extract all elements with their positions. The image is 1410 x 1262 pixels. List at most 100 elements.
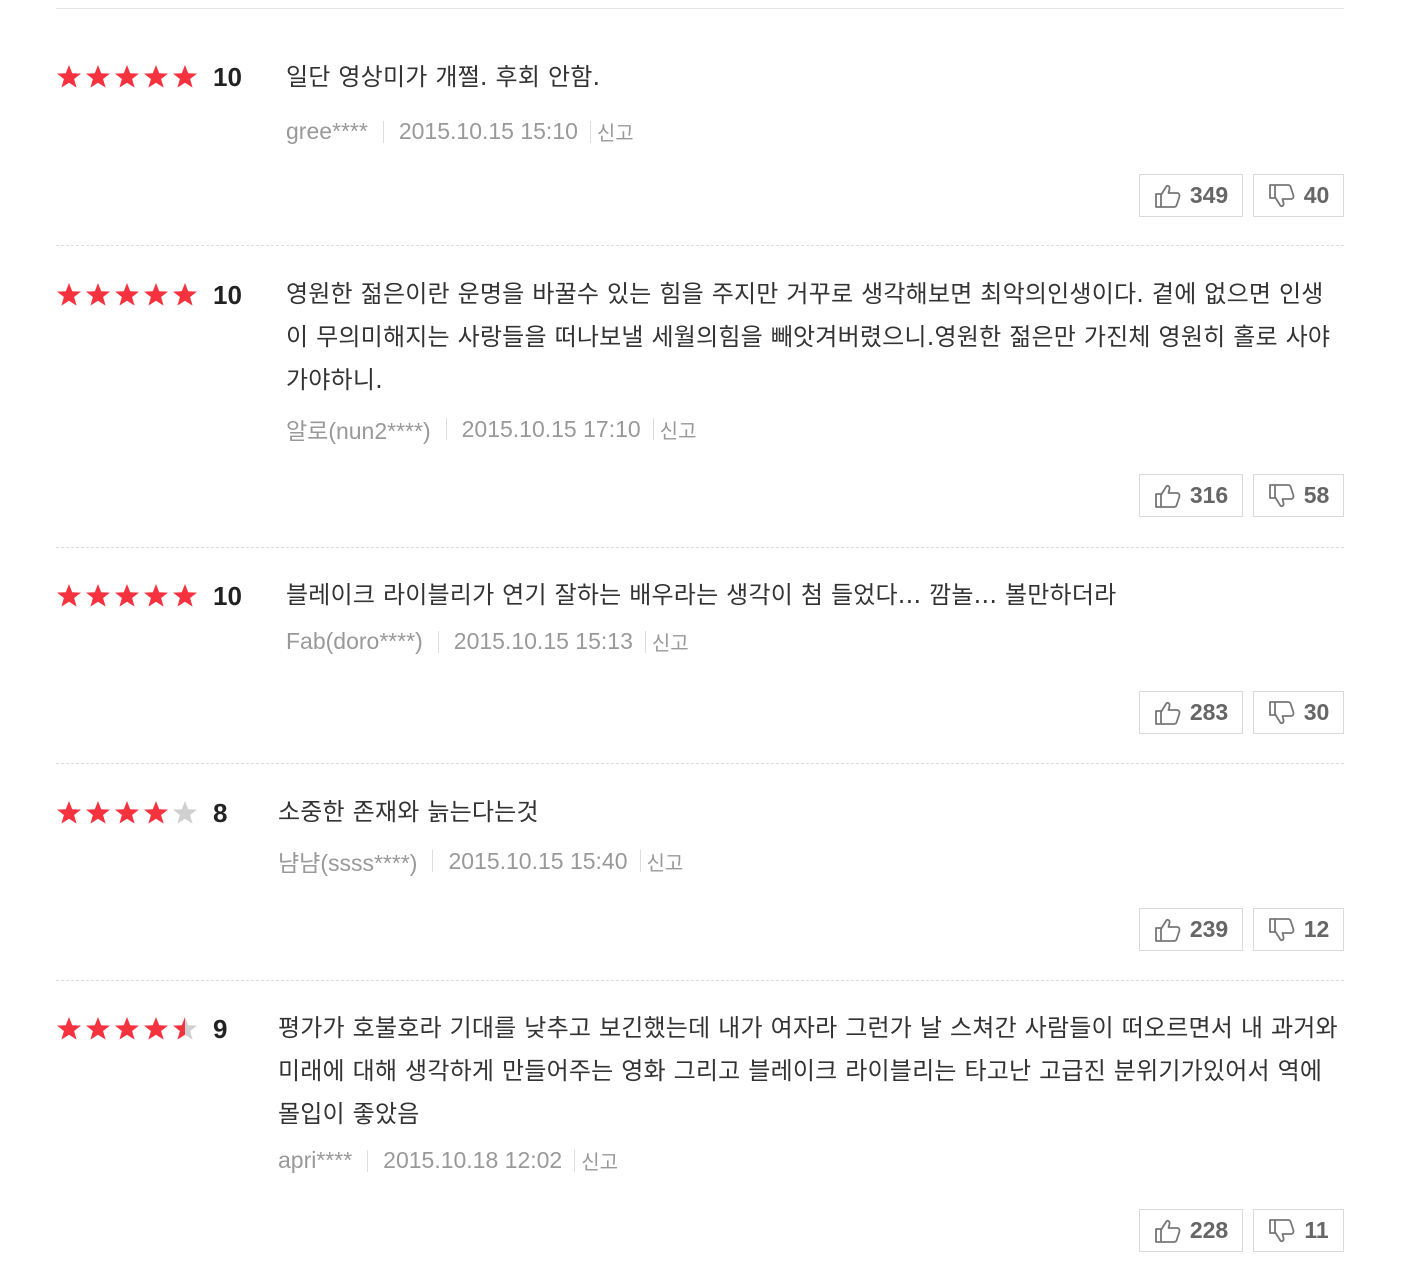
like-count: 316	[1189, 482, 1229, 508]
score-number: 9	[213, 1014, 228, 1044]
review-item: 8 소중한 존재와 늙는다는것 냠냠(ssss****) 2015.10.15 …	[56, 763, 1344, 980]
star-full-icon	[172, 583, 201, 609]
review-body: 평가가 호불호라 기대를 낮추고 보긴했는데 내가 여자라 그런가 날 스쳐간 …	[278, 1007, 1344, 1175]
divider	[574, 1149, 576, 1172]
dislike-count: 40	[1303, 182, 1330, 208]
star-full-icon	[143, 64, 172, 90]
review-body: 영원한 젊은이란 운명을 바꿀수 있는 힘을 주지만 거꾸로 생각해보면 최악의…	[286, 273, 1344, 446]
review-meta: 냠냠(ssss****) 2015.10.15 15:40 신고	[278, 844, 1344, 878]
author-nick: apri****	[278, 1147, 353, 1173]
review-meta: 알로(nun2****) 2015.10.15 17:10 신고	[286, 412, 1344, 446]
review-item: 10 일단 영상미가 개쩔. 후회 안함. gree**** 2015.10.1…	[56, 9, 1344, 245]
star-empty-icon	[172, 800, 201, 826]
star-full-icon	[172, 64, 201, 90]
star-rating	[56, 64, 201, 90]
score-number: 8	[213, 798, 228, 828]
thumbs-down-icon	[1268, 700, 1300, 726]
rating: 10	[56, 64, 242, 90]
report-link[interactable]: 신고	[647, 847, 684, 876]
vote-buttons: 349 40	[1139, 174, 1344, 217]
review-meta: Fab(doro****) 2015.10.15 15:13 신고	[286, 627, 1344, 656]
author-nick: gree****	[286, 118, 368, 144]
star-full-icon	[114, 800, 143, 826]
review-date: 2015.10.15 15:13	[453, 628, 633, 654]
like-button[interactable]: 316	[1139, 474, 1243, 517]
author-nick: 냠냠(ssss****)	[278, 850, 418, 876]
report-link[interactable]: 신고	[652, 627, 689, 656]
review-date: 2015.10.15 17:10	[461, 415, 641, 442]
vote-buttons: 316 58	[1139, 474, 1344, 517]
like-button[interactable]: 349	[1139, 174, 1243, 217]
review-text: 블레이크 라이블리가 연기 잘하는 배우라는 생각이 첨 들었다... 깜놀..…	[286, 581, 1117, 609]
divider	[367, 1149, 369, 1172]
vote-buttons: 283 30	[1139, 691, 1344, 734]
like-button[interactable]: 228	[1139, 1209, 1243, 1252]
review-item: 9 평가가 호불호라 기대를 낮추고 보긴했는데 내가 여자라 그런가 날 스쳐…	[56, 980, 1344, 1262]
divider	[437, 630, 439, 653]
rating: 8	[56, 800, 227, 826]
review-item: 10 영원한 젊은이란 운명을 바꿀수 있는 힘을 주지만 거꾸로 생각해보면 …	[56, 245, 1344, 547]
star-full-icon	[85, 583, 114, 609]
like-count: 283	[1189, 699, 1229, 725]
review-body: 소중한 존재와 늙는다는것 냠냠(ssss****) 2015.10.15 15…	[278, 791, 1344, 878]
star-full-icon	[143, 800, 172, 826]
thumbs-down-icon	[1268, 483, 1300, 509]
star-full-icon	[56, 800, 85, 826]
star-full-icon	[114, 64, 143, 90]
thumbs-down-icon	[1268, 917, 1300, 943]
report-link[interactable]: 신고	[597, 117, 634, 146]
like-button[interactable]: 283	[1139, 691, 1243, 734]
thumbs-down-icon	[1268, 183, 1300, 209]
divider	[644, 630, 646, 653]
divider	[652, 418, 654, 440]
like-button[interactable]: 239	[1139, 908, 1243, 951]
star-full-icon	[85, 64, 114, 90]
dislike-button[interactable]: 40	[1253, 174, 1344, 217]
review-date: 2015.10.15 15:10	[398, 118, 578, 144]
review-text: 소중한 존재와 늙는다는것	[278, 798, 539, 826]
dislike-count: 11	[1304, 1217, 1329, 1243]
star-rating	[56, 583, 201, 609]
star-full-icon	[143, 282, 172, 308]
thumbs-up-icon	[1154, 1218, 1186, 1244]
report-link[interactable]: 신고	[660, 415, 697, 444]
review-text: 영원한 젊은이란 운명을 바꿀수 있는 힘을 주지만 거꾸로 생각해보면 최악의…	[286, 280, 1331, 394]
review-item: 10 블레이크 라이블리가 연기 잘하는 배우라는 생각이 첨 들었다... 깜…	[56, 547, 1344, 763]
star-rating	[56, 282, 201, 308]
star-full-icon	[56, 282, 85, 308]
dislike-count: 12	[1303, 916, 1330, 942]
review-body: 블레이크 라이블리가 연기 잘하는 배우라는 생각이 첨 들었다... 깜놀..…	[286, 574, 1344, 656]
thumbs-up-icon	[1154, 917, 1186, 943]
dislike-button[interactable]: 12	[1253, 908, 1344, 951]
dislike-button[interactable]: 58	[1253, 474, 1344, 517]
score-number: 10	[213, 280, 242, 310]
thumbs-up-icon	[1154, 483, 1186, 509]
divider	[382, 120, 384, 143]
review-date: 2015.10.18 12:02	[383, 1147, 563, 1173]
rating: 9	[56, 1016, 227, 1042]
review-text: 일단 영상미가 개쩔. 후회 안함.	[286, 63, 601, 91]
dislike-count: 30	[1303, 699, 1330, 725]
thumbs-up-icon	[1154, 183, 1186, 209]
star-rating	[56, 1016, 201, 1042]
star-half-icon	[172, 1016, 201, 1042]
review-text: 평가가 호불호라 기대를 낮추고 보긴했는데 내가 여자라 그런가 날 스쳐간 …	[278, 1014, 1338, 1128]
star-full-icon	[114, 1016, 143, 1042]
star-full-icon	[172, 282, 201, 308]
thumbs-up-icon	[1154, 700, 1186, 726]
divider	[589, 120, 591, 143]
star-rating	[56, 800, 201, 826]
review-body: 일단 영상미가 개쩔. 후회 안함. gree**** 2015.10.15 1…	[286, 64, 1344, 146]
report-link[interactable]: 신고	[581, 1146, 618, 1175]
author-nick: 알로(nun2****)	[286, 418, 431, 444]
dislike-button[interactable]: 30	[1253, 691, 1344, 734]
rating: 10	[56, 583, 242, 609]
star-full-icon	[143, 1016, 172, 1042]
star-full-icon	[85, 1016, 114, 1042]
review-meta: apri**** 2015.10.18 12:02 신고	[278, 1146, 1344, 1175]
star-full-icon	[85, 800, 114, 826]
star-full-icon	[85, 282, 114, 308]
star-full-icon	[114, 583, 143, 609]
author-nick: Fab(doro****)	[286, 628, 423, 654]
dislike-button[interactable]: 11	[1253, 1209, 1344, 1252]
